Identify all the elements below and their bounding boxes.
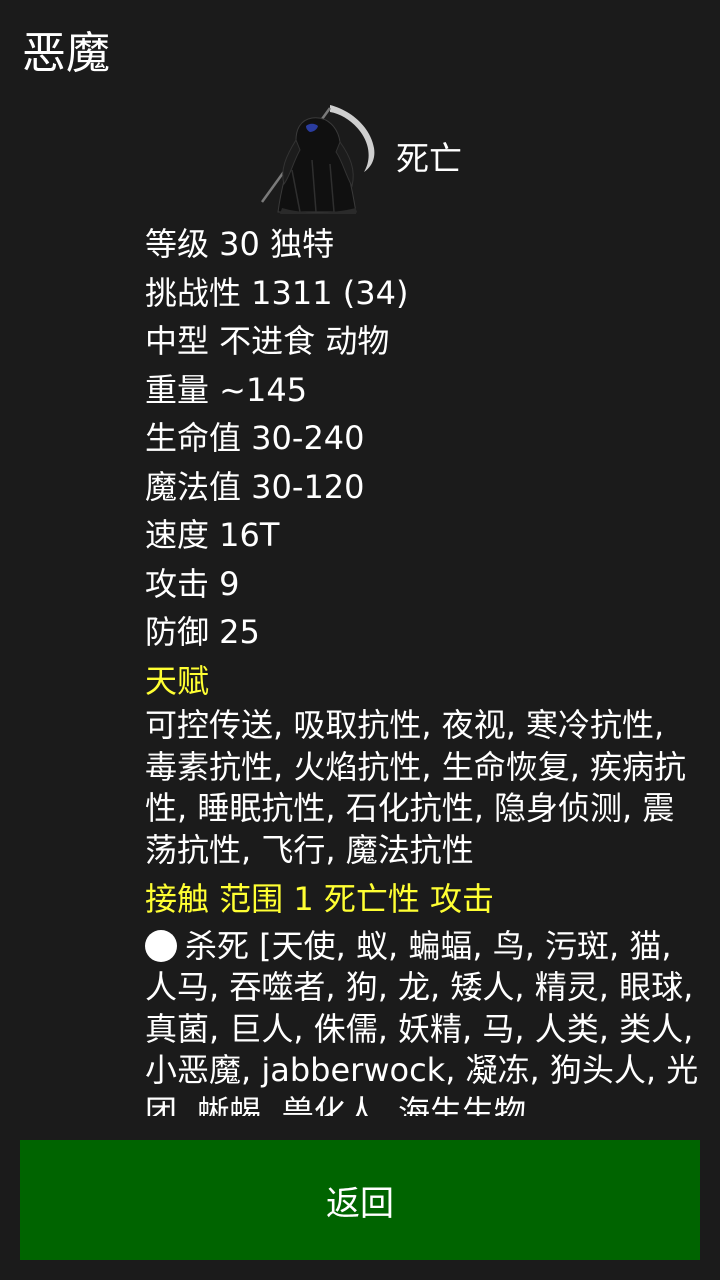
hp-stat: 生命值 30-240 bbox=[145, 419, 365, 457]
attack-effect: 杀死 [天使, 蚁, 蝙蝠, 鸟, 污斑, 猫, 人马, 吞噬者, 狗, 龙, … bbox=[145, 926, 705, 1117]
mp-stat: 魔法值 30-120 bbox=[145, 467, 365, 506]
challenge-stat: 挑战性 1311 (34) bbox=[145, 273, 409, 312]
attack-heading: 接触 范围 1 死亡性 攻击 bbox=[145, 880, 495, 918]
monster-details[interactable]: 等级 30 独特 挑战性 1311 (34) 中型 不进食 动物 重量 ~145… bbox=[145, 220, 705, 1116]
monster-name: 死亡 bbox=[396, 139, 462, 178]
level-stat: 等级 30 独特 bbox=[145, 225, 335, 263]
monster-header: 死亡 bbox=[252, 100, 462, 220]
page-title: 恶魔 bbox=[22, 28, 110, 79]
talents-heading: 天赋 bbox=[145, 661, 210, 700]
weight-stat: 重量 ~145 bbox=[145, 370, 308, 409]
attack-stat: 攻击 9 bbox=[145, 564, 240, 603]
bullet-icon bbox=[145, 929, 177, 962]
defense-stat: 防御 25 bbox=[145, 613, 260, 651]
attack-effect-text: 杀死 [天使, 蚁, 蝙蝠, 鸟, 污斑, 猫, 人马, 吞噬者, 狗, 龙, … bbox=[145, 926, 699, 1117]
size-diet-type-stat: 中型 不进食 动物 bbox=[145, 322, 390, 360]
grim-reaper-icon bbox=[260, 105, 375, 214]
speed-stat: 速度 16T bbox=[145, 516, 280, 554]
back-button[interactable]: 返回 bbox=[20, 1140, 700, 1260]
talents-list: 可控传送, 吸取抗性, 夜视, 寒冷抗性, 毒素抗性, 火焰抗性, 生命恢复, … bbox=[145, 706, 687, 869]
